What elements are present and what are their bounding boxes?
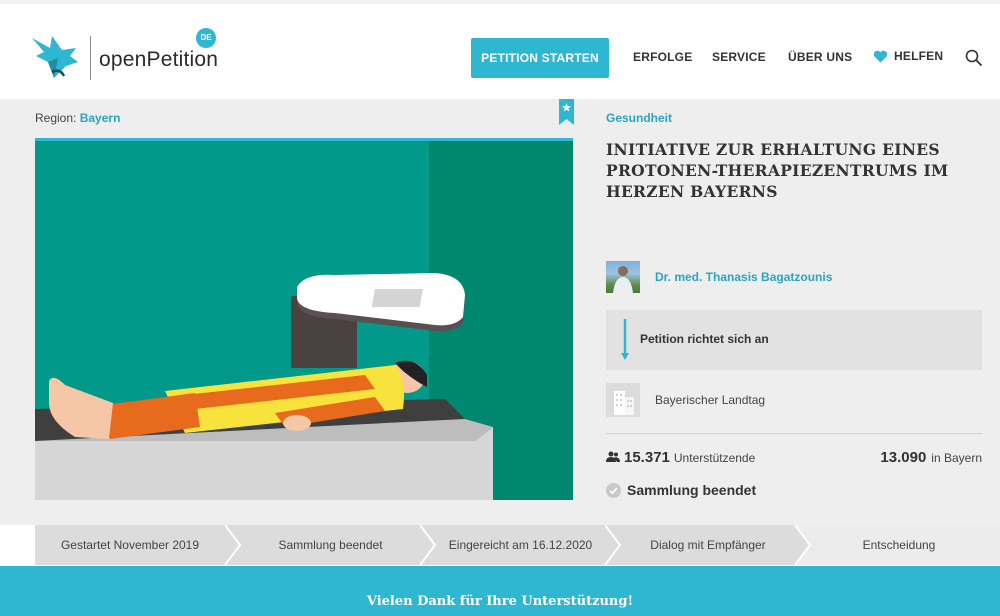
bookmark-star-icon[interactable] (559, 99, 574, 125)
step-started: Gestartet November 2019 (60, 538, 200, 552)
thanks-text: Vielen Dank für Ihre Unterstützung! (366, 594, 634, 609)
step-submitted: Eingereicht am 16.12.2020 (448, 538, 593, 552)
start-petition-button[interactable]: PETITION STARTEN (471, 38, 609, 78)
recipient-toggle[interactable]: Petition richtet sich an (606, 310, 982, 370)
region: Region: Bayern (35, 111, 120, 125)
bayern-number: 13.090 (880, 449, 927, 466)
site-logo[interactable]: openPetition DE (30, 28, 230, 88)
bayern-count: 13.090 in Bayern (880, 449, 982, 466)
heart-icon (873, 50, 888, 63)
supporters-label: Unterstützende (673, 451, 756, 465)
recipient-name: Bayerischer Landtag (655, 393, 766, 407)
petition-title: INITIATIVE ZUR ERHALTUNG EINES PROTONEN-… (606, 140, 949, 201)
logo-divider (90, 36, 91, 80)
thanks-banner: Vielen Dank für Ihre Unterstützung! (0, 566, 1000, 616)
step-collection-ended: Sammlung beendet (278, 538, 383, 552)
country-badge: DE (196, 28, 216, 48)
step-dialog: Dialog mit Empfänger (650, 538, 766, 552)
nav-service[interactable]: SERVICE (712, 50, 766, 64)
petition-main: Region: Bayern Gesundheit INITIATIVE ZUR… (0, 99, 1000, 525)
author-link[interactable]: Dr. med. Thanasis Bagatzounis (655, 270, 832, 284)
proton-therapy-illustration (35, 141, 573, 500)
category-link[interactable]: Gesundheit (606, 111, 672, 125)
building-icon (606, 383, 640, 417)
step-decision: Entscheidung (862, 538, 936, 552)
collection-status: Sammlung beendet (606, 482, 756, 498)
author-photo (613, 266, 633, 293)
supporters-count: 15.371 Unterstützende (606, 449, 755, 466)
region-link[interactable]: Bayern (80, 111, 121, 125)
dove-logo-icon (32, 36, 78, 78)
search-icon[interactable] (965, 49, 983, 67)
nav-erfolge[interactable]: ERFOLGE (633, 50, 692, 64)
petition-image (35, 138, 573, 500)
arrow-down-icon (621, 319, 629, 360)
status-label: Sammlung beendet (627, 482, 757, 498)
author-avatar[interactable] (606, 261, 640, 293)
region-label: Region: (35, 111, 77, 125)
nav-helfen-label: HELFEN (894, 49, 944, 63)
site-header: openPetition DE PETITION STARTEN ERFOLGE… (0, 0, 1000, 99)
nav-helfen[interactable]: HELFEN (873, 49, 943, 63)
check-circle-icon (606, 482, 621, 498)
people-icon (606, 451, 620, 462)
progress-steps: Gestartet November 2019 Sammlung beendet… (0, 525, 1000, 565)
stats-divider (606, 433, 982, 434)
logo-text: openPetition (99, 48, 219, 71)
recipient-label: Petition richtet sich an (640, 332, 769, 346)
bayern-label: in Bayern (931, 451, 982, 465)
supporters-number: 15.371 (624, 449, 670, 466)
nav-ueber-uns[interactable]: ÜBER UNS (788, 50, 852, 64)
